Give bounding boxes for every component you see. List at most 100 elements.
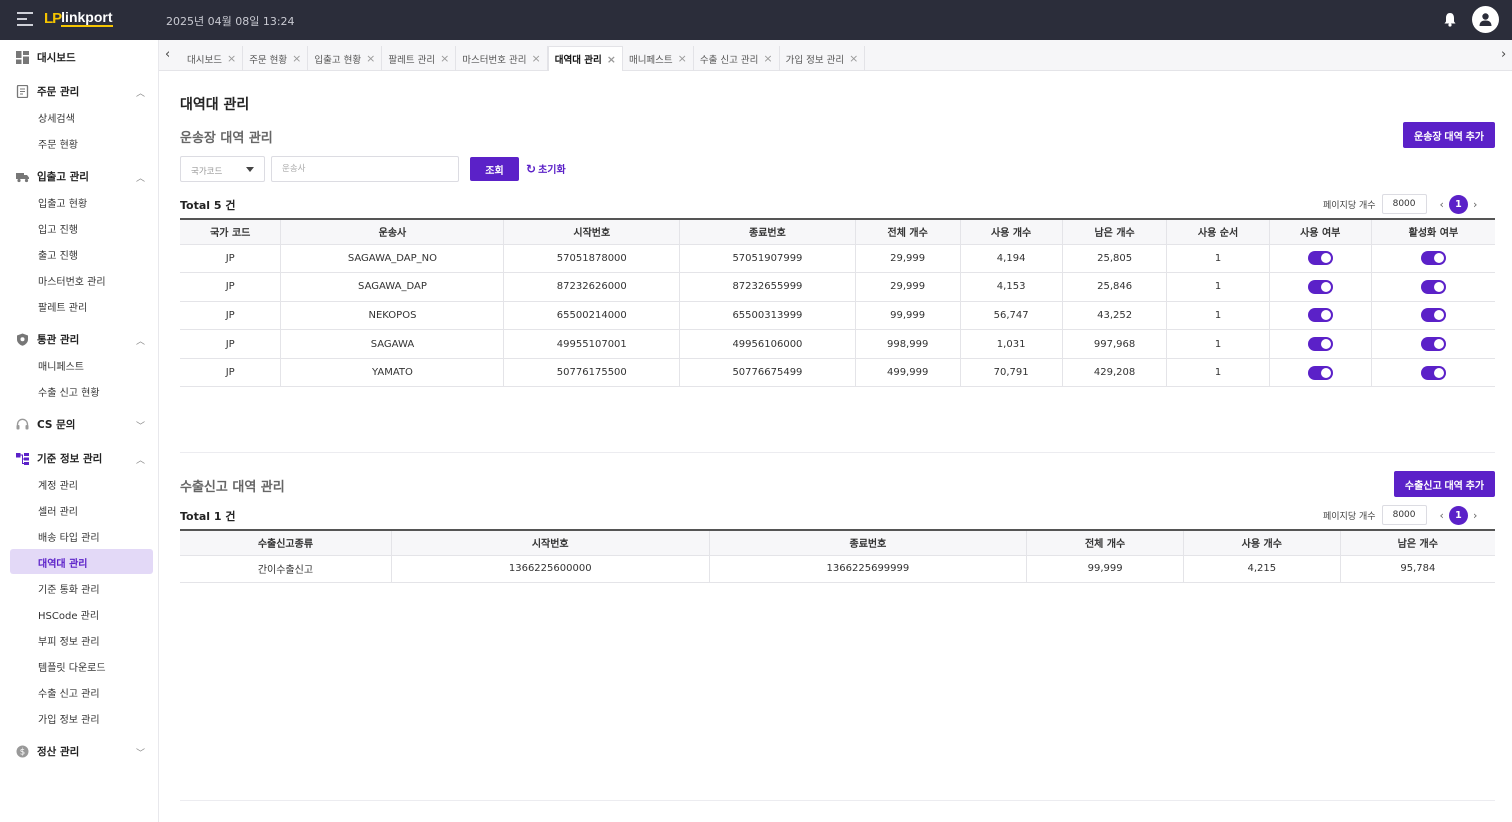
- close-icon[interactable]: ×: [366, 52, 375, 65]
- table-row[interactable]: 간이수출신고 1366225600000 1366225699999 99,99…: [180, 555, 1495, 583]
- close-icon[interactable]: ×: [227, 52, 236, 65]
- current-datetime: 2025년 04월 08일 13:24: [166, 15, 295, 28]
- sidebar-group-master-data[interactable]: 기준 정보 관리 ︿: [4, 445, 159, 471]
- country-code-select[interactable]: 국가코드: [180, 156, 265, 182]
- table-row[interactable]: JP SAGAWA 49955107001 49956106000 998,99…: [180, 329, 1495, 359]
- sidebar-item-volume[interactable]: 부피 정보 관리: [10, 627, 153, 652]
- sidebar-item-detail-search[interactable]: 상세검색: [10, 104, 153, 129]
- next-page-icon[interactable]: ›: [1473, 198, 1477, 211]
- close-icon[interactable]: ×: [292, 52, 301, 65]
- sidebar-item-account[interactable]: 계정 관리: [10, 471, 153, 496]
- active-toggle[interactable]: [1420, 251, 1446, 266]
- tab-inout-status[interactable]: 입출고 현황 ×: [308, 46, 383, 71]
- active-toggle[interactable]: [1420, 308, 1446, 323]
- sidebar-item-template[interactable]: 템플릿 다운로드: [10, 653, 153, 678]
- user-avatar[interactable]: [1472, 6, 1499, 33]
- table-row[interactable]: JP SAGAWA_DAP 87232626000 87232655999 29…: [180, 272, 1495, 302]
- sidebar-group-inout[interactable]: 입출고 관리 ︿: [4, 163, 159, 189]
- sidebar-item-range[interactable]: 대역대 관리: [10, 549, 153, 574]
- sidebar-item-hscode[interactable]: HSCode 관리: [10, 601, 153, 626]
- prev-page-icon[interactable]: ‹: [1440, 509, 1444, 522]
- export-section-title: 수출신고 대역 관리: [180, 480, 285, 495]
- table-cell: 1: [1166, 244, 1270, 274]
- tab-master-number[interactable]: 마스터번호 관리 ×: [456, 46, 548, 71]
- current-page-number[interactable]: 1: [1448, 194, 1468, 214]
- sidebar-item-manifest[interactable]: 매니페스트: [10, 352, 153, 377]
- sidebar-group-settlement[interactable]: $ 정산 관리 ﹀: [4, 738, 159, 764]
- active-toggle-cell: [1371, 329, 1495, 359]
- active-toggle[interactable]: [1420, 279, 1446, 294]
- bell-icon[interactable]: [1443, 12, 1457, 27]
- column-header: 시작번호: [503, 218, 681, 245]
- tab-order-status[interactable]: 주문 현황 ×: [243, 46, 309, 71]
- close-icon[interactable]: ×: [532, 52, 541, 65]
- column-header: 활성화 여부: [1371, 218, 1495, 245]
- sidebar-item-seller[interactable]: 셀러 관리: [10, 497, 153, 522]
- use-toggle[interactable]: [1307, 251, 1333, 266]
- shield-icon: [17, 333, 28, 346]
- tab-scroll-left-icon[interactable]: ‹: [165, 47, 170, 62]
- close-icon[interactable]: ×: [607, 53, 616, 66]
- tab-pallet[interactable]: 팔레트 관리 ×: [382, 46, 457, 71]
- use-toggle[interactable]: [1307, 308, 1333, 323]
- table-row[interactable]: JP NEKOPOS 65500214000 65500313999 99,99…: [180, 301, 1495, 331]
- page-size-input[interactable]: 8000: [1381, 505, 1427, 525]
- tab-scroll-right-icon[interactable]: ›: [1501, 47, 1506, 62]
- table-row[interactable]: JP SAGAWA_DAP_NO 57051878000 57051907999…: [180, 244, 1495, 274]
- use-toggle[interactable]: [1307, 337, 1333, 352]
- sidebar-item-outbound[interactable]: 출고 진행: [10, 241, 153, 266]
- add-export-range-button[interactable]: 수출신고 대역 추가: [1394, 471, 1495, 497]
- tab-dashboard[interactable]: 대시보드 ×: [181, 46, 244, 71]
- tab-export-declaration[interactable]: 수출 신고 관리 ×: [694, 46, 780, 71]
- sidebar-item-export-declaration[interactable]: 수출 신고 관리: [10, 679, 153, 704]
- use-toggle[interactable]: [1307, 365, 1333, 380]
- menu-collapse-icon[interactable]: [17, 12, 33, 26]
- sidebar-item-export-status[interactable]: 수출 신고 현황: [10, 378, 153, 403]
- sidebar-item-pallet[interactable]: 팔레트 관리: [10, 293, 153, 318]
- tab-signup-info[interactable]: 가입 정보 관리 ×: [780, 46, 866, 71]
- table-cell: JP: [180, 301, 282, 331]
- add-waybill-range-button[interactable]: 운송장 대역 추가: [1403, 122, 1495, 148]
- sidebar-group-order[interactable]: 주문 관리 ︿: [4, 78, 159, 104]
- sidebar-item-currency[interactable]: 기준 통화 관리: [10, 575, 153, 600]
- prev-page-icon[interactable]: ‹: [1440, 198, 1444, 211]
- active-toggle-cell: [1371, 301, 1495, 331]
- table-cell: 499,999: [855, 358, 961, 388]
- tab-range[interactable]: 대역대 관리 ×: [547, 46, 623, 71]
- sidebar-item-order-status[interactable]: 주문 현황: [10, 130, 153, 155]
- page-size-input[interactable]: 8000: [1381, 194, 1427, 214]
- page-size-label: 페이지당 개수: [1323, 511, 1376, 522]
- tab-manifest[interactable]: 매니페스트 ×: [623, 46, 694, 71]
- current-page-number[interactable]: 1: [1448, 505, 1468, 525]
- carrier-input[interactable]: [271, 156, 459, 182]
- table-cell: YAMATO: [280, 358, 505, 388]
- table-cell: 95,784: [1340, 555, 1495, 583]
- refresh-icon: ↻: [526, 161, 537, 176]
- sidebar-item-master-number[interactable]: 마스터번호 관리: [10, 267, 153, 292]
- table-cell: 99,999: [855, 301, 961, 331]
- close-icon[interactable]: ×: [440, 52, 449, 65]
- sidebar-item-inbound[interactable]: 입고 진행: [10, 215, 153, 240]
- next-page-icon[interactable]: ›: [1473, 509, 1477, 522]
- sidebar-group-dashboard[interactable]: 대시보드: [4, 44, 159, 70]
- search-button[interactable]: 조회: [470, 157, 519, 181]
- close-icon[interactable]: ×: [763, 52, 772, 65]
- sidebar-item-shipping-type[interactable]: 배송 타입 관리: [10, 523, 153, 548]
- use-toggle-cell: [1269, 329, 1372, 359]
- dashboard-icon: [16, 51, 29, 64]
- use-toggle[interactable]: [1307, 279, 1333, 294]
- logo[interactable]: LP linkport: [44, 10, 113, 27]
- sidebar-group-cs[interactable]: CS 문의 ﹀: [4, 411, 159, 437]
- active-toggle[interactable]: [1420, 365, 1446, 380]
- table-cell: 1: [1166, 358, 1270, 388]
- sidebar-item-inout-status[interactable]: 입출고 현황: [10, 189, 153, 214]
- use-toggle-cell: [1269, 272, 1372, 302]
- table-row[interactable]: JP YAMATO 50776175500 50776675499 499,99…: [180, 358, 1495, 388]
- sidebar-item-signup-info[interactable]: 가입 정보 관리: [10, 705, 153, 730]
- reset-button[interactable]: ↻ 초기화: [526, 161, 566, 177]
- active-toggle[interactable]: [1420, 337, 1446, 352]
- close-icon[interactable]: ×: [678, 52, 687, 65]
- export-pager: 페이지당 개수 8000 ‹ 1 ›: [1323, 505, 1482, 525]
- close-icon[interactable]: ×: [849, 52, 858, 65]
- sidebar-group-customs[interactable]: 통관 관리 ︿: [4, 326, 159, 352]
